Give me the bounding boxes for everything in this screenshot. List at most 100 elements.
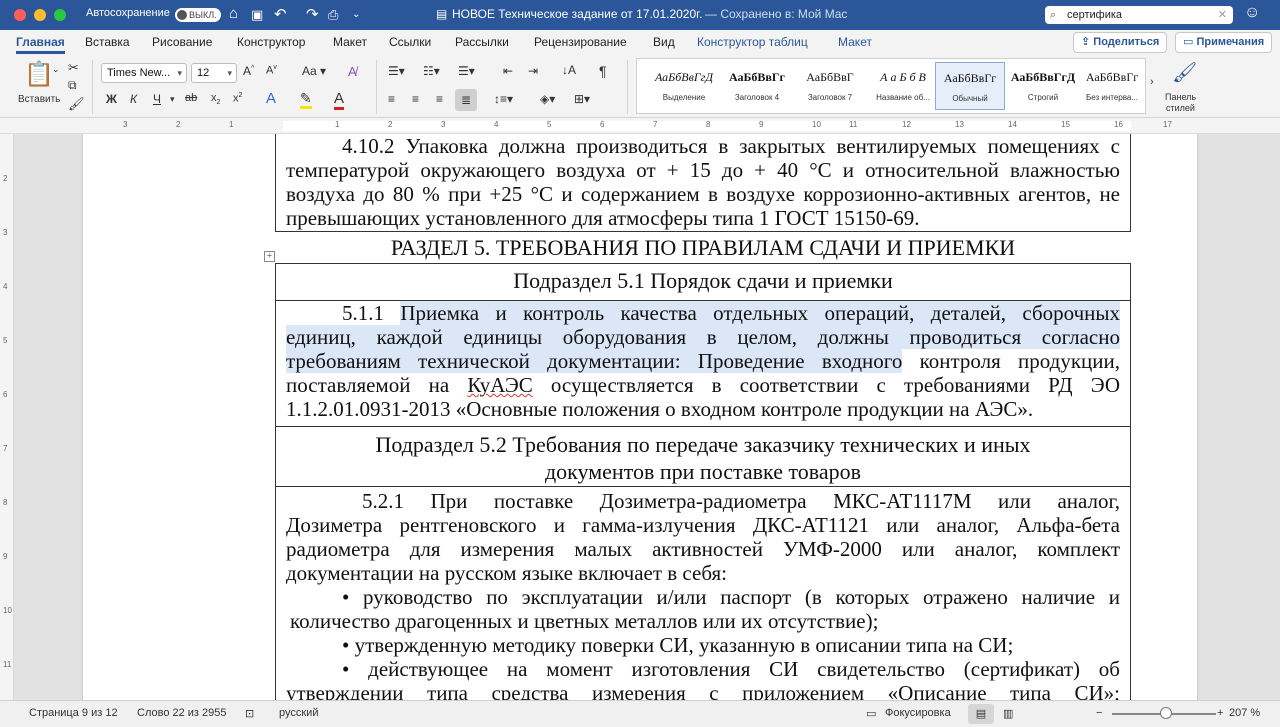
italic-button[interactable]: К <box>130 92 137 106</box>
comments-button[interactable]: ▭ Примечания <box>1175 32 1273 53</box>
bullets-icon[interactable]: ☰▾ <box>388 64 405 78</box>
align-left-icon[interactable]: ≡ <box>388 92 395 106</box>
tab-table-layout[interactable]: Макет <box>838 35 872 49</box>
styles-more-icon[interactable]: › <box>1150 76 1154 88</box>
zoom-in-icon[interactable]: + <box>1217 707 1223 719</box>
word-count[interactable]: Слово 22 из 2955 <box>137 707 227 719</box>
misspelled-word[interactable]: КуАЭС <box>467 373 532 397</box>
borders-icon[interactable]: ⊞▾ <box>574 92 590 106</box>
tab-draw[interactable]: Рисование <box>152 35 212 49</box>
shrink-font-icon[interactable]: Av <box>266 64 277 77</box>
proofing-icon[interactable]: ⊡ <box>245 707 254 720</box>
print-layout-view-icon[interactable]: ▤ <box>968 704 994 724</box>
subsection-5-1-heading[interactable]: Подраздел 5.1 Порядок сдачи и приемки <box>275 263 1131 301</box>
search-box[interactable]: ⌕ сертифика ✕ <box>1045 6 1233 24</box>
autosave-toggle[interactable]: ВЫКЛ. <box>175 8 221 22</box>
selected-text[interactable]: требованиям технической документации: Пр… <box>286 349 903 373</box>
focus-mode-button[interactable]: Фокусировка <box>885 707 951 719</box>
multilevel-list-icon[interactable]: ☰▾ <box>458 64 475 78</box>
web-layout-view-icon[interactable]: ▥ <box>1003 707 1013 720</box>
paste-clipboard-icon[interactable]: 📋 <box>24 60 54 89</box>
vertical-ruler[interactable]: 2 3 4 5 6 7 8 9 10 11 <box>0 134 14 700</box>
change-case-icon[interactable]: Aa ▾ <box>302 64 326 78</box>
customize-toolbar-icon[interactable]: ⌄ <box>352 9 360 20</box>
align-center-icon[interactable]: ≡ <box>412 92 419 106</box>
zoom-window-button[interactable] <box>54 9 66 21</box>
print-icon[interactable]: ⎙ <box>328 7 338 23</box>
styles-pane-label[interactable]: Панель <box>1165 92 1196 102</box>
table-move-handle-icon[interactable]: + <box>264 251 275 262</box>
cut-icon[interactable]: ✂ <box>68 60 79 76</box>
align-right-icon[interactable]: ≡ <box>436 92 443 106</box>
tab-references[interactable]: Ссылки <box>389 35 431 49</box>
focus-icon[interactable]: ▭ <box>866 707 876 720</box>
subscript-button[interactable]: x2 <box>211 92 220 106</box>
document-canvas[interactable]: 2 3 4 5 6 7 8 9 10 11 4.10.2 Упаковка до… <box>0 134 1280 700</box>
search-prev-icon[interactable]: ‹ <box>1194 8 1198 20</box>
table-cell-4-10-2[interactable]: 4.10.2 Упаковка должна производиться в з… <box>275 134 1131 232</box>
line-spacing-icon[interactable]: ↕≡▾ <box>494 92 513 106</box>
zoom-slider-handle[interactable] <box>1160 707 1172 719</box>
format-painter-icon[interactable]: 🖌 <box>68 96 85 112</box>
horizontal-ruler[interactable]: 3 2 1 1 2 3 4 5 6 7 8 9 10 11 12 13 14 1… <box>0 118 1280 134</box>
search-next-icon[interactable]: › <box>1214 8 1218 20</box>
style-heading-4[interactable]: АаБбВвГг Заголовок 4 <box>722 62 792 110</box>
zoom-out-icon[interactable]: − <box>1096 707 1102 719</box>
close-window-button[interactable] <box>14 9 26 21</box>
tab-view[interactable]: Вид <box>653 35 675 49</box>
numbering-icon[interactable]: ☷▾ <box>423 64 440 78</box>
minimize-window-button[interactable] <box>34 9 46 21</box>
strikethrough-button[interactable]: ab <box>185 92 197 104</box>
tab-layout[interactable]: Макет <box>333 35 367 49</box>
highlight-color-icon[interactable]: ✎ <box>300 90 312 109</box>
page-count[interactable]: Страница 9 из 12 <box>29 707 118 719</box>
font-color-icon[interactable]: A <box>334 90 345 110</box>
decrease-indent-icon[interactable]: ⇤ <box>503 64 513 78</box>
save-icon[interactable]: ▣ <box>251 7 263 23</box>
paste-dropdown-icon[interactable]: ⌄ <box>52 64 60 75</box>
sort-icon[interactable]: ↓A <box>562 63 576 77</box>
tab-home[interactable]: Главная <box>16 35 65 54</box>
style-emphasis[interactable]: АаБбВвГгД Выделение <box>649 62 719 110</box>
zoom-level[interactable]: 207 % <box>1229 707 1260 719</box>
shading-icon[interactable]: ◈▾ <box>540 92 555 106</box>
grow-font-icon[interactable]: A^ <box>243 64 254 78</box>
table-cell-5-1-1[interactable]: 5.1.1 Приемка и контроль качества отдель… <box>275 301 1131 427</box>
selected-text[interactable]: единиц, каждой единицы оборудования в це… <box>286 325 1120 349</box>
home-icon[interactable]: ⌂ <box>229 5 238 22</box>
style-caption[interactable]: А а Б б В Название об... <box>868 62 938 110</box>
justify-icon[interactable]: ≣ <box>455 89 477 111</box>
clear-search-icon[interactable]: ✕ <box>1218 6 1227 24</box>
style-no-spacing[interactable]: АаБбВвГг Без интерва... <box>1077 62 1147 110</box>
subsection-5-2-heading[interactable]: Подраздел 5.2 Требования по передаче зак… <box>275 427 1131 487</box>
superscript-button[interactable]: x2 <box>233 92 242 105</box>
style-heading-7[interactable]: АаБбВвГ Заголовок 7 <box>795 62 865 110</box>
font-name-select[interactable]: Times New... ▾ <box>101 63 187 83</box>
text-effects-icon[interactable]: A <box>266 90 276 107</box>
undo-icon[interactable]: ↶ <box>274 5 287 23</box>
share-button[interactable]: ⇪ Поделиться <box>1073 32 1168 53</box>
styles-pane-label-2[interactable]: стилей <box>1166 103 1195 113</box>
account-smiley-icon[interactable]: ☺ <box>1244 4 1260 22</box>
tab-review[interactable]: Рецензирование <box>534 35 627 49</box>
font-size-select[interactable]: 12 ▾ <box>191 63 237 83</box>
tab-table-design[interactable]: Конструктор таблиц <box>697 35 808 49</box>
tab-mailings[interactable]: Рассылки <box>455 35 509 49</box>
clear-formatting-icon[interactable]: A̸ <box>348 64 357 79</box>
underline-dropdown-icon[interactable]: ▾ <box>170 94 175 105</box>
copy-icon[interactable]: ⧉ <box>68 78 77 93</box>
search-input[interactable]: сертифика <box>1067 9 1122 21</box>
underline-button[interactable]: Ч <box>153 92 161 106</box>
tab-insert[interactable]: Вставка <box>85 35 130 49</box>
styles-pane-icon[interactable]: 🖌 <box>1172 60 1197 85</box>
tab-design[interactable]: Конструктор <box>237 35 305 49</box>
show-paragraph-marks-icon[interactable]: ¶ <box>599 63 607 79</box>
style-strong[interactable]: АаБбВвГгД Строгий <box>1008 62 1078 110</box>
style-normal[interactable]: АаБбВвГг Обычный <box>935 62 1005 110</box>
language-indicator[interactable]: русский <box>279 707 318 719</box>
table-cell-5-2-1[interactable]: 5.2.1 При поставке Дозиметра-радиометра … <box>275 487 1131 700</box>
document-page[interactable]: 4.10.2 Упаковка должна производиться в з… <box>83 134 1197 700</box>
paste-label[interactable]: Вставить <box>18 94 60 105</box>
selected-text[interactable]: Приемка и контроль качества отдельных оп… <box>400 301 1120 325</box>
bold-button[interactable]: Ж <box>106 92 117 106</box>
